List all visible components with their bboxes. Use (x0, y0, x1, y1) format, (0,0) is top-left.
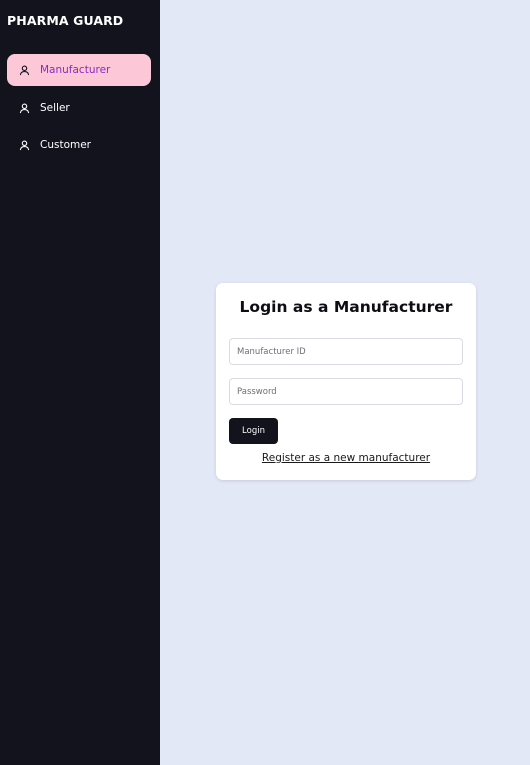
register-manufacturer-link[interactable]: Register as a new manufacturer (216, 452, 476, 464)
login-title: Login as a Manufacturer (239, 298, 453, 316)
password-input[interactable] (229, 378, 463, 405)
login-button[interactable]: Login (229, 418, 278, 444)
sidebar-item-manufacturer[interactable]: Manufacturer (7, 54, 151, 86)
sidebar-item-seller[interactable]: Seller (7, 92, 151, 124)
sidebar: PHARMA GUARD Manufacturer Seller Custome… (0, 0, 160, 765)
user-icon (17, 138, 31, 152)
user-icon (17, 63, 31, 77)
brand-logo-text: PHARMA GUARD (7, 13, 124, 28)
sidebar-item-label: Customer (40, 139, 92, 151)
login-card: Login as a Manufacturer Login Register a… (216, 283, 476, 480)
sidebar-item-label: Manufacturer (40, 64, 111, 76)
manufacturer-id-input[interactable] (229, 338, 463, 365)
sidebar-item-customer[interactable]: Customer (7, 129, 151, 161)
user-icon (17, 101, 31, 115)
sidebar-item-label: Seller (40, 102, 70, 114)
